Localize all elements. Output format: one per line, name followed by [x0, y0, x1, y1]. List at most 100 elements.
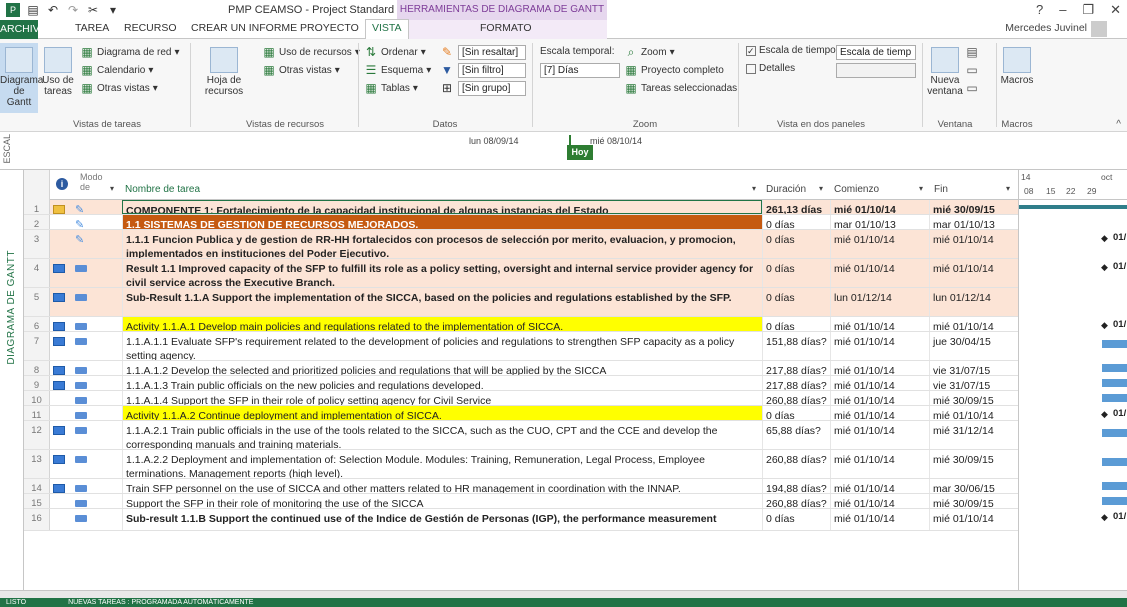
- close-icon[interactable]: ✕: [1110, 2, 1121, 18]
- finish-cell[interactable]: mié 30/09/15: [929, 494, 1018, 508]
- task-mode-cell[interactable]: [72, 421, 122, 449]
- row-number[interactable]: 16: [24, 509, 50, 530]
- other-views-resource-button[interactable]: ▦ Otras vistas ▾: [262, 63, 340, 77]
- row-number[interactable]: 2: [24, 215, 50, 229]
- start-cell[interactable]: lun 01/12/14: [830, 288, 929, 316]
- dropdown-arrow-icon[interactable]: ▾: [1006, 184, 1010, 193]
- task-mode-cell[interactable]: ✎: [72, 215, 122, 229]
- milestone-icon[interactable]: ◆: [1101, 320, 1108, 331]
- row-number[interactable]: 10: [24, 391, 50, 405]
- task-mode-cell[interactable]: [72, 361, 122, 375]
- timeline-checkbox[interactable]: ✓ Escala de tiempo: [746, 45, 836, 56]
- duration-cell[interactable]: 0 días: [762, 509, 830, 530]
- duration-cell[interactable]: 0 días: [762, 317, 830, 331]
- status-new-tasks[interactable]: NUEVAS TAREAS : PROGRAMADA AUTOMÁTICAMEN…: [68, 599, 253, 606]
- finish-cell[interactable]: vie 31/07/15: [929, 361, 1018, 375]
- start-cell[interactable]: mié 01/10/14: [830, 479, 929, 493]
- row-number[interactable]: 3: [24, 230, 50, 258]
- finish-cell[interactable]: mié 30/09/15: [929, 200, 1018, 214]
- start-cell[interactable]: mié 01/10/14: [830, 509, 929, 530]
- table-row[interactable]: 2 ✎ 1.1 SISTEMAS DE GESTION DE RECURSOS ME…: [24, 215, 1018, 230]
- task-name-cell[interactable]: 1.1.A.1.3 Train public officials on the …: [122, 376, 762, 390]
- gantt-chart-pane[interactable]: 14 oct 08 15 22 29 ◆ 01/ ◆ 01/ ◆ 01/ ◆ 01/ ◆ 01/: [1018, 170, 1127, 590]
- duration-cell[interactable]: 261,13 días: [762, 200, 830, 214]
- selected-tasks-button[interactable]: ▦ Tareas seleccionadas: [624, 81, 737, 95]
- task-name-cell[interactable]: Sub-Result 1.1.A Support the implementat…: [122, 288, 762, 316]
- table-row[interactable]: 3 ✎ 1.1.1 Funcion Publica y de gestion de …: [24, 230, 1018, 259]
- task-bar[interactable]: [1102, 364, 1127, 372]
- table-row[interactable]: 4 Result 1.1 Improved capacity of the SFP…: [24, 259, 1018, 288]
- header-finish[interactable]: Fin: [934, 184, 948, 195]
- group-select[interactable]: [Sin grupo]: [458, 81, 526, 96]
- finish-cell[interactable]: mié 01/10/14: [929, 230, 1018, 258]
- task-mode-cell[interactable]: [72, 288, 122, 316]
- task-mode-cell[interactable]: [72, 494, 122, 508]
- row-number[interactable]: 9: [24, 376, 50, 390]
- table-row[interactable]: 11 Activity 1.1.A.2 Continue deployment a…: [24, 406, 1018, 421]
- tab-informe[interactable]: CREAR UN INFORME: [191, 22, 297, 34]
- macros-button[interactable]: Macros: [1000, 47, 1034, 86]
- row-number[interactable]: 5: [24, 288, 50, 316]
- task-bar[interactable]: [1102, 340, 1127, 348]
- task-mode-cell[interactable]: [72, 317, 122, 331]
- dropdown-arrow-icon[interactable]: ▾: [752, 184, 756, 193]
- finish-cell[interactable]: lun 01/12/14: [929, 288, 1018, 316]
- table-row[interactable]: 15 Support the SFP in their role of monit…: [24, 494, 1018, 509]
- task-name-cell[interactable]: Result 1.1 Improved capacity of the SFP …: [122, 259, 762, 287]
- avatar[interactable]: [1091, 21, 1107, 37]
- task-mode-cell[interactable]: [72, 376, 122, 390]
- header-start[interactable]: Comienzo: [834, 184, 879, 195]
- table-row[interactable]: 14 Train SFP personnel on the use of SICC…: [24, 479, 1018, 494]
- task-bar[interactable]: [1102, 482, 1127, 490]
- task-name-cell[interactable]: Activity 1.1.A.1 Develop main policies a…: [122, 317, 762, 331]
- finish-cell[interactable]: mié 31/12/14: [929, 421, 1018, 449]
- start-cell[interactable]: mié 01/10/14: [830, 421, 929, 449]
- task-bar[interactable]: [1102, 394, 1127, 402]
- customize-qa-icon[interactable]: ▾: [106, 3, 120, 17]
- tab-archivo[interactable]: ARCHIVO: [0, 20, 48, 39]
- duration-cell[interactable]: 194,88 días?: [762, 479, 830, 493]
- start-cell[interactable]: mié 01/10/14: [830, 450, 929, 478]
- network-diagram-button[interactable]: ▦ Diagrama de red ▾: [80, 45, 179, 59]
- finish-cell[interactable]: mar 01/10/13: [929, 215, 1018, 229]
- tab-recurso[interactable]: RECURSO: [124, 22, 177, 34]
- redo-icon[interactable]: ↷: [66, 3, 80, 17]
- start-cell[interactable]: mié 01/10/14: [830, 391, 929, 405]
- tools-icon[interactable]: ✂: [86, 3, 100, 17]
- header-task-name[interactable]: Nombre de tarea: [125, 184, 200, 195]
- duration-cell[interactable]: 0 días: [762, 215, 830, 229]
- dropdown-arrow-icon[interactable]: ▾: [819, 184, 823, 193]
- sort-button[interactable]: ⇅ Ordenar ▾: [364, 45, 426, 59]
- table-row[interactable]: 16 Sub-result 1.1.B Support the continued…: [24, 509, 1018, 531]
- finish-cell[interactable]: mar 30/06/15: [929, 479, 1018, 493]
- duration-cell[interactable]: 65,88 días?: [762, 421, 830, 449]
- row-number[interactable]: 15: [24, 494, 50, 508]
- task-name-cell[interactable]: 1.1.1 Funcion Publica y de gestion de RR…: [122, 230, 762, 258]
- row-number[interactable]: 6: [24, 317, 50, 331]
- restore-icon[interactable]: ❐: [1082, 2, 1094, 18]
- row-number[interactable]: 14: [24, 479, 50, 493]
- task-bar[interactable]: [1102, 458, 1127, 466]
- tab-proyecto[interactable]: PROYECTO: [300, 22, 359, 34]
- new-window-button[interactable]: Nueva ventana: [926, 47, 964, 97]
- duration-cell[interactable]: 151,88 días?: [762, 332, 830, 360]
- summary-bar[interactable]: [1019, 205, 1127, 209]
- gantt-chart-button[interactable]: Diagrama de Gantt: [0, 43, 43, 113]
- horizontal-scrollbar[interactable]: [0, 590, 1127, 598]
- task-bar[interactable]: [1102, 497, 1127, 505]
- duration-cell[interactable]: 217,88 días?: [762, 361, 830, 375]
- task-mode-cell[interactable]: [72, 479, 122, 493]
- hide-icon[interactable]: ▭: [965, 81, 979, 95]
- zoom-button[interactable]: ⌕ Zoom ▾: [624, 45, 675, 59]
- task-mode-cell[interactable]: ✎: [72, 230, 122, 258]
- start-cell[interactable]: mié 01/10/14: [830, 332, 929, 360]
- finish-cell[interactable]: mié 01/10/14: [929, 259, 1018, 287]
- row-number[interactable]: 12: [24, 421, 50, 449]
- task-mode-cell[interactable]: [72, 509, 122, 530]
- task-name-cell[interactable]: Train SFP personnel on the use of SICCA …: [122, 479, 762, 493]
- save-icon[interactable]: ▤: [26, 3, 40, 17]
- task-mode-cell[interactable]: [72, 259, 122, 287]
- row-number[interactable]: 4: [24, 259, 50, 287]
- start-cell[interactable]: mar 01/10/13: [830, 215, 929, 229]
- table-row[interactable]: 6 Activity 1.1.A.1 Develop main policies …: [24, 317, 1018, 332]
